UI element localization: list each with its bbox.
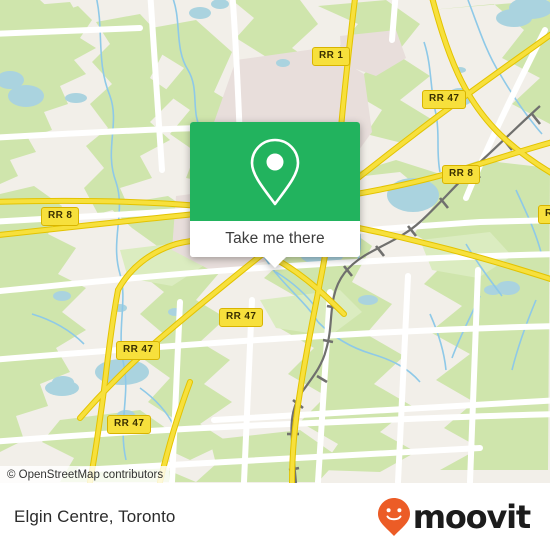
footer-bar: Elgin Centre, Toronto moovit xyxy=(0,483,550,550)
road-shield-rr47-c[interactable]: RR 47 xyxy=(116,341,161,360)
take-me-there-callout[interactable]: Take me there xyxy=(190,122,360,268)
place-title: Elgin Centre, Toronto xyxy=(14,506,176,526)
take-me-there-label[interactable]: Take me there xyxy=(190,221,360,257)
road-shield-rr8-a[interactable]: RR 8 xyxy=(442,165,481,184)
moovit-pin-smiley-icon xyxy=(377,497,410,536)
map-pin-icon xyxy=(250,138,300,205)
road-shield-rr1[interactable]: RR 1 xyxy=(312,47,351,66)
callout-body: Take me there xyxy=(190,122,360,268)
moovit-map-screenshot: RR 1 RR 47 RR 8 RR 8 RR 4 RR 47 RR 47 RR… xyxy=(0,0,550,550)
map-canvas[interactable]: RR 1 RR 47 RR 8 RR 8 RR 4 RR 47 RR 47 RR… xyxy=(0,0,550,483)
road-shield-rr47-d[interactable]: RR 47 xyxy=(107,415,152,434)
map-attribution[interactable]: © OpenStreetMap contributors xyxy=(0,466,170,483)
callout-tail-pointer xyxy=(263,256,287,268)
road-shield-rr47-b[interactable]: RR 47 xyxy=(219,308,264,327)
moovit-brand[interactable]: moovit xyxy=(377,497,531,537)
road-shield-rr4-edge[interactable]: RR 4 xyxy=(538,205,550,224)
road-shield-rr8-b[interactable]: RR 8 xyxy=(41,207,80,226)
callout-header xyxy=(190,122,360,221)
moovit-wordmark: moovit xyxy=(412,497,531,536)
road-shield-rr47-a[interactable]: RR 47 xyxy=(422,90,467,109)
